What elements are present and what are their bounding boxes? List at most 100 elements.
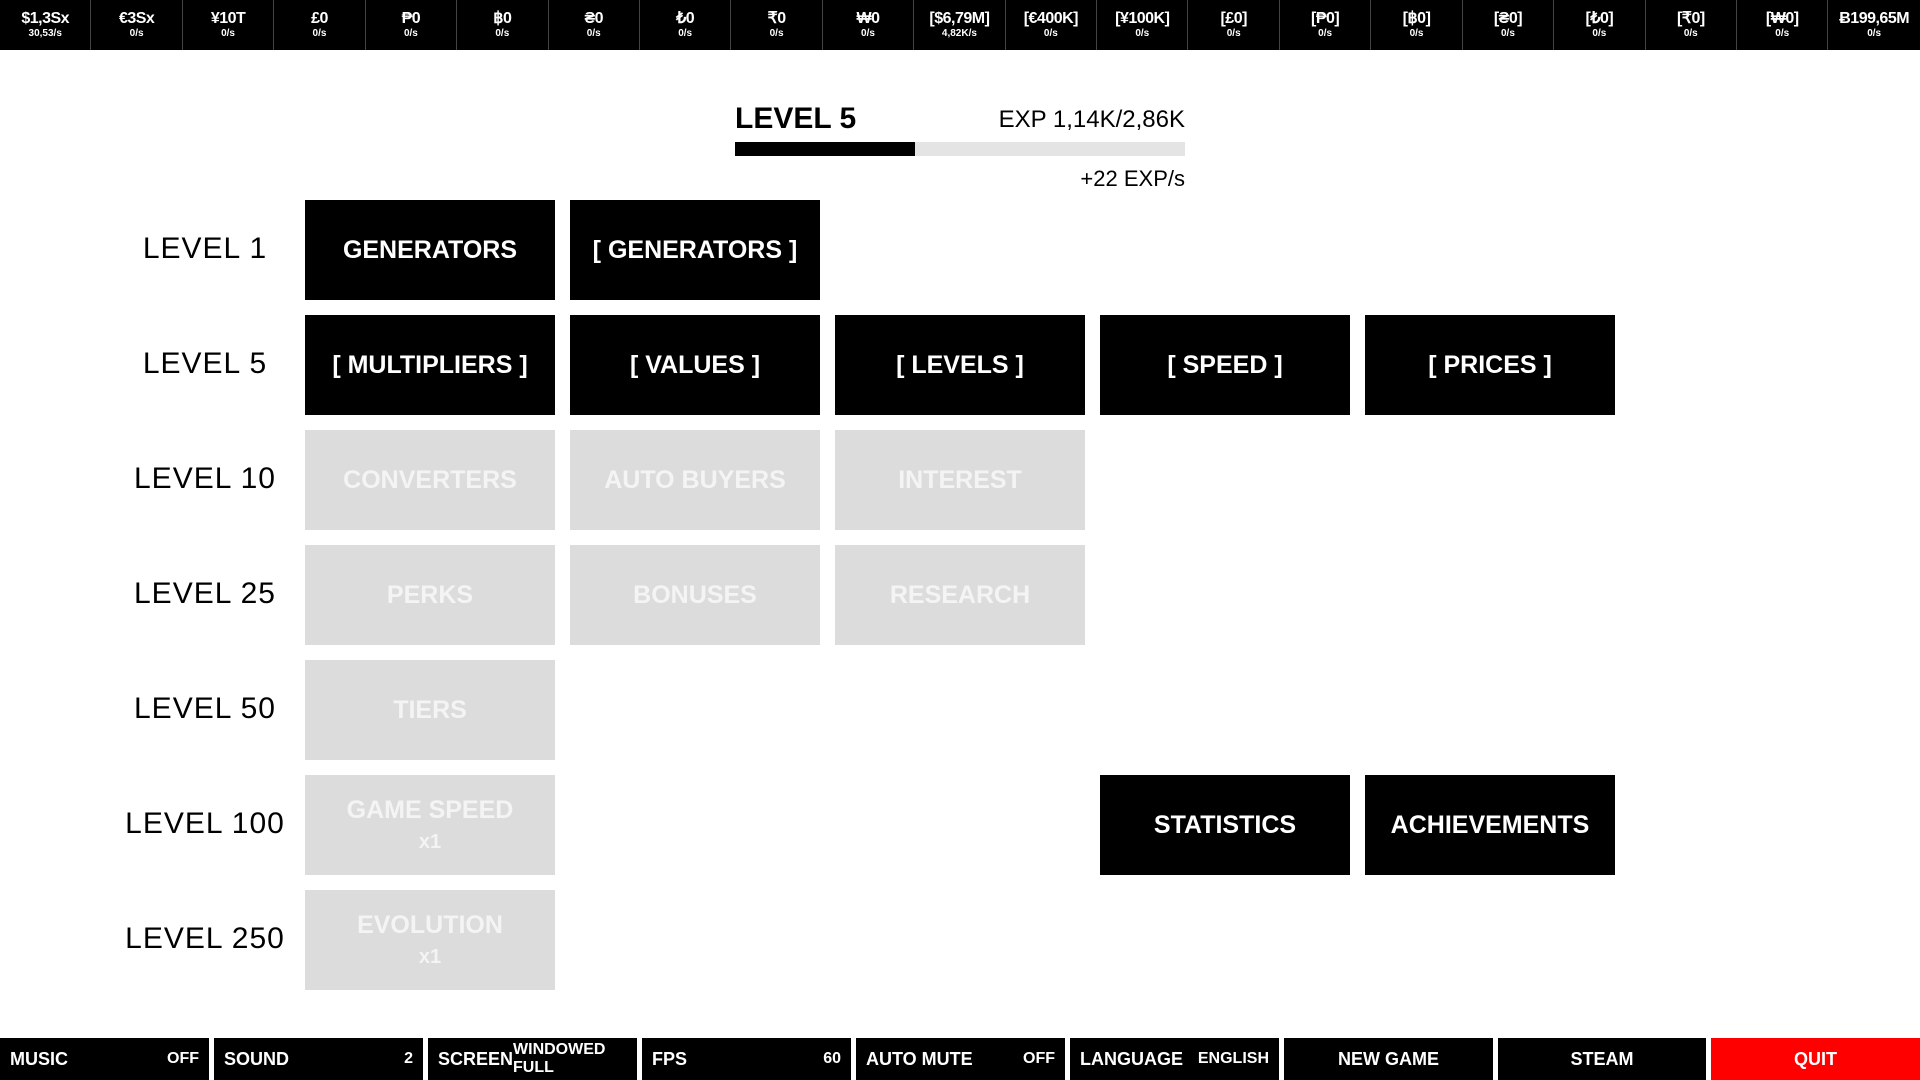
tile-sublabel: x1: [418, 946, 442, 968]
row-label-level-250: LEVEL 250: [125, 922, 285, 955]
setting-value: 2: [404, 1050, 413, 1067]
game-speed-button: GAME SPEED x1: [305, 775, 555, 875]
currency-slot[interactable]: ₴0 0/s: [549, 0, 640, 50]
currency-rate: 0/s: [1867, 28, 1882, 39]
setting-label: LANGUAGE: [1080, 1048, 1183, 1069]
currency-amount: ₺0: [676, 10, 695, 27]
exp-readout: EXP 1,14K/2,86K: [998, 106, 1185, 133]
language-toggle[interactable]: LANGUAGE ENGLISH: [1070, 1038, 1279, 1080]
music-toggle[interactable]: MUSIC OFF: [0, 1038, 209, 1080]
currency-slot[interactable]: ¥10T 0/s: [183, 0, 275, 50]
currency-rate: 0/s: [1318, 28, 1333, 39]
multipliers-button[interactable]: [ MULTIPLIERS ]: [305, 315, 555, 415]
setting-label: AUTO MUTE: [866, 1048, 973, 1069]
premium-generators-button[interactable]: [ GENERATORS ]: [570, 200, 820, 300]
new-game-button[interactable]: NEW GAME: [1284, 1038, 1493, 1080]
screen-toggle[interactable]: SCREEN WINDOWED FULL: [428, 1038, 637, 1080]
currency-rate: 4,82K/s: [941, 28, 977, 39]
currency-slot[interactable]: ฿0 0/s: [457, 0, 549, 50]
setting-value: OFF: [167, 1050, 199, 1067]
currency-amount: ₹0: [767, 10, 787, 27]
currency-amount: [₹0]: [1676, 10, 1705, 27]
currency-amount: $1,3Sx: [21, 10, 70, 27]
exp-progress-bar: [735, 142, 1185, 156]
tiers-button: TIERS: [305, 660, 555, 760]
statistics-button[interactable]: STATISTICS: [1100, 775, 1350, 875]
tile-label: AUTO BUYERS: [604, 465, 786, 494]
currency-amount: [£0]: [1220, 10, 1247, 27]
auto-mute-toggle[interactable]: AUTO MUTE OFF: [856, 1038, 1065, 1080]
setting-label: SOUND: [224, 1048, 290, 1069]
values-button[interactable]: [ VALUES ]: [570, 315, 820, 415]
currency-slot[interactable]: [$6,79M] 4,82K/s: [914, 0, 1006, 50]
currency-slot[interactable]: [₩0] 0/s: [1737, 0, 1829, 50]
fps-toggle[interactable]: FPS 60: [642, 1038, 851, 1080]
currency-amount: ฿0: [493, 10, 512, 27]
tile-label: [ PRICES ]: [1428, 350, 1552, 379]
setting-value: 60: [823, 1050, 841, 1067]
currency-rate: 0/s: [586, 28, 601, 39]
bonuses-button: BONUSES: [570, 545, 820, 645]
currency-slot[interactable]: [£0] 0/s: [1188, 0, 1280, 50]
evolution-button: EVOLUTION x1: [305, 890, 555, 990]
row-label-level-25: LEVEL 25: [134, 577, 276, 610]
converters-button: CONVERTERS: [305, 430, 555, 530]
currency-amount: [₱0]: [1311, 10, 1340, 27]
currency-amount: [¥100K]: [1115, 10, 1170, 27]
currency-slot[interactable]: ₹0 0/s: [731, 0, 823, 50]
currency-amount: £0: [311, 10, 328, 27]
currency-slot[interactable]: [฿0] 0/s: [1371, 0, 1463, 50]
currency-slot[interactable]: ₺0 0/s: [640, 0, 732, 50]
currency-rate: 0/s: [495, 28, 510, 39]
currency-amount: [₩0]: [1765, 10, 1799, 27]
setting-value: ENGLISH: [1197, 1050, 1269, 1067]
tile-label: [ LEVELS ]: [896, 350, 1024, 379]
tile-sublabel: x1: [418, 831, 442, 853]
currency-amount: ¥10T: [210, 10, 246, 27]
prices-button[interactable]: [ PRICES ]: [1365, 315, 1615, 415]
level-title: LEVEL 5: [735, 102, 857, 135]
currency-amount: [฿0]: [1402, 10, 1431, 27]
sound-toggle[interactable]: SOUND 2: [214, 1038, 423, 1080]
currency-amount: [$6,79M]: [929, 10, 990, 27]
currency-slot[interactable]: ₩0 0/s: [823, 0, 915, 50]
currency-bar: $1,3Sx 30,53/s €3Sx 0/s ¥10T 0/s £0 0/s ₱0 0/…: [0, 0, 1920, 50]
row-label-level-10: LEVEL 10: [134, 462, 276, 495]
quit-button[interactable]: QUIT: [1711, 1038, 1920, 1080]
currency-slot[interactable]: [₴0] 0/s: [1463, 0, 1555, 50]
tile-label: BONUSES: [633, 580, 757, 609]
research-button: RESEARCH: [835, 545, 1085, 645]
currency-rate: 0/s: [861, 28, 875, 39]
currency-slot[interactable]: [₱0] 0/s: [1280, 0, 1372, 50]
tile-label: [ SPEED ]: [1167, 350, 1283, 379]
currency-slot[interactable]: ₱0 0/s: [366, 0, 458, 50]
currency-rate: 0/s: [1775, 28, 1790, 39]
currency-slot[interactable]: €3Sx 0/s: [91, 0, 183, 50]
setting-value: OFF: [1023, 1050, 1055, 1067]
tile-label: [ MULTIPLIERS ]: [332, 350, 528, 379]
currency-slot[interactable]: £0 0/s: [274, 0, 366, 50]
currency-amount: ₱0: [401, 10, 421, 27]
setting-label: SCREEN: [438, 1048, 514, 1069]
levels-button[interactable]: [ LEVELS ]: [835, 315, 1085, 415]
currency-rate: 0/s: [403, 28, 418, 39]
generators-button[interactable]: GENERATORS: [305, 200, 555, 300]
currency-slot[interactable]: [₺0] 0/s: [1554, 0, 1646, 50]
button-label: STEAM: [1570, 1048, 1634, 1069]
currency-rate: 0/s: [129, 28, 144, 39]
tile-label: PERKS: [386, 580, 474, 609]
currency-amount: [₺0]: [1585, 10, 1614, 27]
currency-slot[interactable]: [¥100K] 0/s: [1097, 0, 1189, 50]
tile-label: INTEREST: [898, 465, 1022, 494]
achievements-button[interactable]: ACHIEVEMENTS: [1365, 775, 1615, 875]
tile-label: GENERATORS: [342, 235, 518, 264]
currency-rate: 0/s: [1409, 28, 1424, 39]
steam-button[interactable]: STEAM: [1498, 1038, 1706, 1080]
currency-slot[interactable]: $1,3Sx 30,53/s: [0, 0, 92, 50]
speed-button[interactable]: [ SPEED ]: [1100, 315, 1350, 415]
currency-slot[interactable]: [€400K] 0/s: [1006, 0, 1098, 50]
currency-amount: [₴0]: [1493, 10, 1523, 27]
currency-slot[interactable]: [₹0] 0/s: [1646, 0, 1738, 50]
currency-rate: 0/s: [1501, 28, 1515, 39]
currency-slot[interactable]: Ƀ199,65M 0/s: [1828, 0, 1919, 50]
